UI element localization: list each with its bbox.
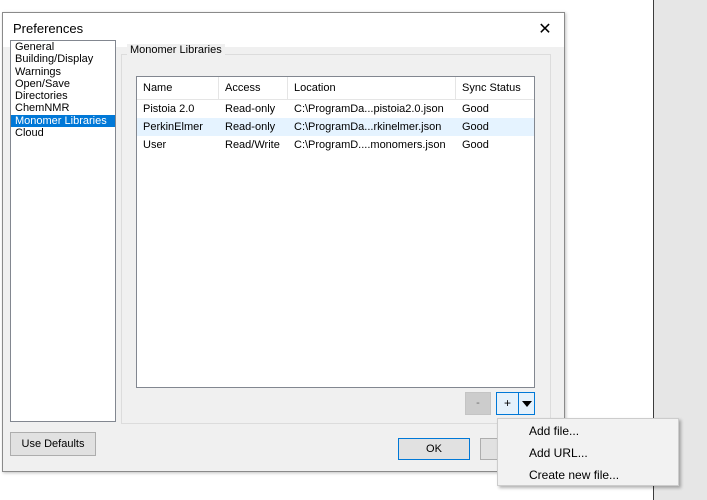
category-item-directories[interactable]: Directories xyxy=(11,90,115,102)
remove-library-button[interactable]: - xyxy=(465,392,491,415)
menu-item-add-file[interactable]: Add file... xyxy=(498,421,678,441)
library-table[interactable]: Name Access Location Sync Status Pistoia… xyxy=(136,76,535,388)
add-library-button[interactable]: + xyxy=(497,393,519,414)
category-item-warnings[interactable]: Warnings xyxy=(11,66,115,78)
cell-location: C:\ProgramD....monomers.json xyxy=(294,139,446,151)
close-icon[interactable]: ✕ xyxy=(532,17,558,43)
add-library-split-button[interactable]: + xyxy=(496,392,535,415)
table-row[interactable]: User Read/Write C:\ProgramD....monomers.… xyxy=(137,136,534,154)
cell-name: User xyxy=(143,139,167,151)
group-label: Monomer Libraries xyxy=(127,44,225,56)
menu-item-add-url[interactable]: Add URL... xyxy=(498,443,678,463)
cell-sync-status: Good xyxy=(462,103,489,115)
cell-location: C:\ProgramDa...pistoia2.0.json xyxy=(294,103,444,115)
add-library-menu: Add file... Add URL... Create new file..… xyxy=(497,418,679,486)
table-row[interactable]: PerkinElmer Read-only C:\ProgramDa...rki… xyxy=(137,118,534,136)
category-item-open-save[interactable]: Open/Save xyxy=(11,78,115,90)
column-header-access[interactable]: Access xyxy=(219,77,288,99)
cell-sync-status: Good xyxy=(462,121,489,133)
category-list[interactable]: General Building/Display Warnings Open/S… xyxy=(10,40,116,422)
category-item-cloud[interactable]: Cloud xyxy=(11,127,115,139)
cell-access: Read-only xyxy=(225,103,276,115)
cell-name: Pistoia 2.0 xyxy=(143,103,195,115)
use-defaults-button[interactable]: Use Defaults xyxy=(10,432,96,456)
table-header: Name Access Location Sync Status xyxy=(137,77,534,100)
category-item-general[interactable]: General xyxy=(11,41,115,53)
cell-name: PerkinElmer xyxy=(143,121,203,133)
column-header-location[interactable]: Location xyxy=(288,77,456,99)
add-library-dropdown-button[interactable] xyxy=(519,393,534,414)
column-header-sync-status[interactable]: Sync Status xyxy=(456,77,532,99)
category-item-building-display[interactable]: Building/Display xyxy=(11,53,115,65)
category-item-chemnmr[interactable]: ChemNMR xyxy=(11,102,115,114)
ok-button[interactable]: OK xyxy=(398,438,470,460)
cell-access: Read-only xyxy=(225,121,276,133)
cell-access: Read/Write xyxy=(225,139,280,151)
menu-item-create-new-file[interactable]: Create new file... xyxy=(498,465,678,485)
cell-location: C:\ProgramDa...rkinelmer.json xyxy=(294,121,442,133)
dialog-title: Preferences xyxy=(13,21,84,36)
table-row[interactable]: Pistoia 2.0 Read-only C:\ProgramDa...pis… xyxy=(137,100,534,118)
chevron-down-icon xyxy=(521,400,532,407)
category-item-monomer-libraries[interactable]: Monomer Libraries xyxy=(11,114,115,128)
column-header-name[interactable]: Name xyxy=(137,77,219,99)
cell-sync-status: Good xyxy=(462,139,489,151)
